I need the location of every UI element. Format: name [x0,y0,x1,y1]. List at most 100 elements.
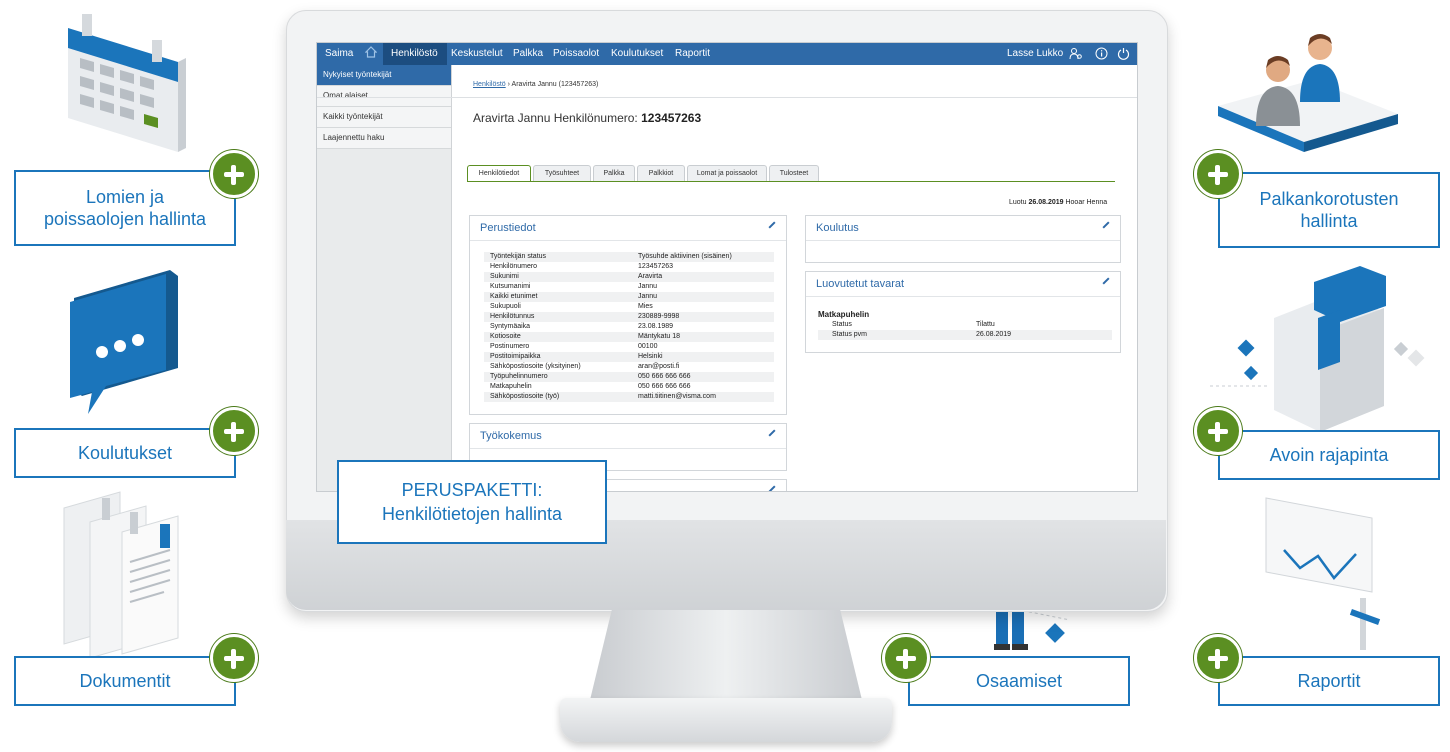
luovutetut-row: Status pvm 26.08.2019 [818,330,1112,340]
feature-osaamiset[interactable]: Osaamiset [908,656,1130,706]
feature-label: Koulutukset [77,442,173,463]
field-label: Sähköpostiosoite (yksityinen) [490,363,581,370]
people-icon [1218,34,1398,152]
info-icon[interactable] [1095,47,1108,63]
luovutetut-heading: Luovutetut tavarat [806,272,1120,297]
sidebar-item-kaikki[interactable]: Kaikki työntekijät [317,107,451,128]
field-label: Matkapuhelin [490,383,532,390]
table-row: Henkilönumero 123457263 [484,262,774,272]
breadcrumb-current: Aravirta Jannu (123457263) [511,81,599,88]
sidebar: Nykyiset työntekijät Omat alaiset Kaikki… [317,65,452,491]
add-plus-icon[interactable] [1194,150,1242,198]
field-value: Aravirta [638,273,663,280]
tab-tulosteet[interactable]: Tulosteet [769,165,819,182]
puzzle-icon [1210,266,1425,432]
feature-label-line2: poissaolojen hallinta [43,209,207,229]
field-label: Työntekijän status [490,253,547,260]
nav-keskustelut[interactable]: Keskustelut [451,48,503,59]
field-label: Postitoimipaikka [490,353,541,360]
add-plus-icon[interactable] [1194,634,1242,682]
nav-palkka[interactable]: Palkka [513,48,543,59]
tab-tyosuhteet[interactable]: Työsuhteet [533,165,591,182]
field-value: matti.tiitinen@visma.com [638,393,716,400]
calendar-icon [68,14,186,152]
feature-koulutukset[interactable]: Koulutukset [14,428,236,478]
tab-lomat[interactable]: Lomat ja poissaolot [687,165,767,182]
user-name[interactable]: Lasse Lukko [1007,48,1063,59]
created-date: 26.08.2019 [1028,199,1064,206]
nav-raportit[interactable]: Raportit [675,48,710,59]
nav-koulutukset[interactable]: Koulutukset [611,48,663,59]
table-row: Syntymäaika 23.08.1989 [484,322,774,332]
report-board-icon [1265,497,1381,650]
main-content: Henkilöstö › Aravirta Jannu (123457263) … [317,73,1137,491]
feature-lomien-hallinta[interactable]: Lomien ja poissaolojen hallinta [14,170,236,246]
add-plus-icon[interactable] [210,634,258,682]
field-label: Kaikki etunimet [490,293,538,300]
luovutetut-key: Status [832,321,852,328]
table-row: Sukupuoli Mies [484,302,774,312]
perustiedot-heading: Perustiedot [470,216,786,241]
nav-henkilosto[interactable]: Henkilöstö [391,48,438,59]
field-value: 050 666 666 666 [638,373,691,380]
table-row: Työntekijän status Työsuhde aktiivinen (s… [484,252,774,262]
breadcrumb-root[interactable]: Henkilöstö [473,81,506,88]
field-value: 230889-9998 [638,313,680,320]
tab-underline [467,181,1115,182]
created-prefix: Luotu [1009,199,1027,206]
table-row: Kutsumanimi Jannu [484,282,774,292]
user-settings-icon[interactable] [1069,47,1082,63]
nav-poissaolot[interactable]: Poissaolot [553,48,599,59]
luovutetut-value: 26.08.2019 [976,331,1012,338]
add-plus-icon[interactable] [210,150,258,198]
field-value: 23.08.1989 [638,323,674,330]
sidebar-item-laajennettu-haku[interactable]: Laajennettu haku [317,128,451,149]
feature-avoin-rajapinta[interactable]: Avoin rajapinta [1218,430,1440,480]
table-row: Matkapuhelin 050 666 666 666 [484,382,774,392]
field-label: Syntymäaika [490,323,531,330]
field-label: Sähköpostiosoite (työ) [490,393,560,400]
monitor-stand [590,610,862,700]
table-row: Kotiosoite Mäntykatu 18 [484,332,774,342]
add-plus-icon[interactable] [210,407,258,455]
edit-pencil-icon[interactable] [768,485,776,491]
feature-label: Avoin rajapinta [1269,444,1389,465]
feature-label-line2: hallinta [1300,211,1358,231]
field-label: Henkilönumero [490,263,538,270]
table-row: Postinumero 00100 [484,342,774,352]
add-plus-icon[interactable] [1194,407,1242,455]
divider [317,97,1137,98]
feature-palkankorotukset[interactable]: Palkankorotusten hallinta [1218,172,1440,248]
field-value: Mies [638,303,653,310]
field-value: Mäntykatu 18 [638,333,681,340]
created-info: Luotu 26.08.2019 Hooar Henna [1009,199,1107,206]
field-value: aran@posti.fi [638,363,680,370]
koulutus-heading: Koulutus [806,216,1120,241]
monitor-base [560,698,892,742]
feature-dokumentit[interactable]: Dokumentit [14,656,236,706]
tyokokemus-heading: Työkokemus [470,424,786,449]
home-icon[interactable] [364,46,378,61]
table-row: Postitoimipaikka Helsinki [484,352,774,362]
feature-raportit[interactable]: Raportit [1218,656,1440,706]
table-row: Kaikki etunimet Jannu [484,292,774,302]
field-label: Työpuhelinnumero [490,373,548,380]
peruspaketti-subtitle: Henkilötietojen hallinta [381,504,563,524]
table-row: Työpuhelinnumero 050 666 666 666 [484,372,774,382]
app-screen: Saima Henkilöstö Keskustelut Palkka Pois… [316,42,1138,492]
field-label: Kutsumanimi [490,283,531,290]
field-label: Postinumero [490,343,530,350]
sidebar-item-nykyiset[interactable]: Nykyiset työntekijät [317,65,451,86]
field-label: Sukupuoli [490,303,521,310]
tab-palkka[interactable]: Palkka [593,165,635,182]
tab-palkkiot[interactable]: Palkkiot [637,165,685,182]
peruspaketti-callout: PERUSPAKETTI: Henkilötietojen hallinta [337,460,607,544]
field-value: Jannu [638,293,658,300]
feature-label-line1: Palkankorotusten [1259,188,1399,209]
brand-name[interactable]: Saima [325,48,353,59]
power-icon[interactable] [1117,47,1130,63]
table-row: Sähköpostiosoite (työ) matti.tiitinen@vis… [484,392,774,402]
add-plus-icon[interactable] [882,634,930,682]
tab-henkilotiedot[interactable]: Henkilötiedot [467,165,531,182]
luovutetut-value: Tilattu [976,321,995,328]
